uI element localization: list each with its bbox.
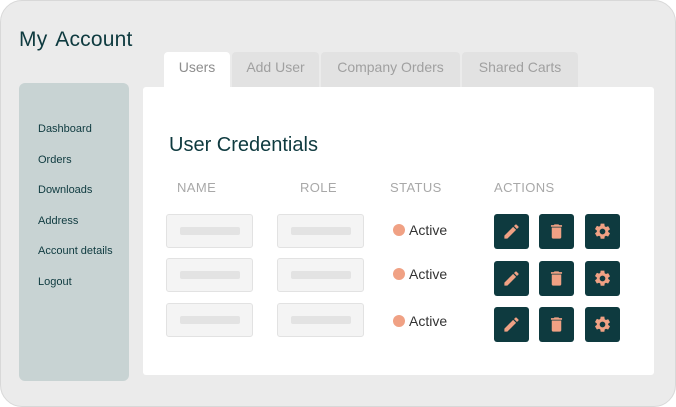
settings-button[interactable] <box>585 261 620 296</box>
edit-button[interactable] <box>494 261 529 296</box>
status-dot <box>393 315 405 327</box>
settings-button[interactable] <box>585 307 620 342</box>
column-header-status: STATUS <box>390 180 442 195</box>
page-title: My Account <box>19 28 133 51</box>
sidebar-item-downloads[interactable]: Downloads <box>38 184 92 196</box>
column-header-actions: ACTIONS <box>494 180 555 195</box>
role-field[interactable] <box>277 214 364 248</box>
gear-icon <box>595 270 610 286</box>
name-field[interactable] <box>166 303 253 337</box>
name-field[interactable] <box>166 214 253 248</box>
tab-users[interactable]: Users <box>164 52 230 88</box>
status-text: Active <box>409 266 448 282</box>
status-dot <box>393 224 405 236</box>
delete-button[interactable] <box>539 214 574 249</box>
sidebar-item-dashboard[interactable]: Dashboard <box>38 123 92 135</box>
delete-button[interactable] <box>539 307 574 342</box>
role-placeholder-bar <box>291 227 351 235</box>
sidebar-item-orders[interactable]: Orders <box>38 154 72 166</box>
edit-icon <box>504 317 519 332</box>
role-field[interactable] <box>277 303 364 337</box>
trash-icon <box>550 271 563 286</box>
sidebar-item-address[interactable]: Address <box>38 215 78 227</box>
name-placeholder-bar <box>180 227 240 235</box>
panel-title: User Credentials <box>169 134 318 156</box>
status-dot <box>393 268 405 280</box>
gear-icon <box>595 316 610 332</box>
sidebar-item-logout[interactable]: Logout <box>38 276 72 288</box>
edit-button[interactable] <box>494 214 529 249</box>
gear-icon <box>595 223 610 239</box>
edit-button[interactable] <box>494 307 529 342</box>
sidebar: Dashboard Orders Downloads Address Accou… <box>19 83 129 381</box>
name-placeholder-bar <box>180 316 240 324</box>
sidebar-item-account-details[interactable]: Account details <box>38 245 113 257</box>
edit-icon <box>504 271 519 286</box>
column-header-name: NAME <box>177 180 217 195</box>
name-field[interactable] <box>166 258 253 292</box>
name-placeholder-bar <box>180 271 240 279</box>
status-text: Active <box>409 313 448 329</box>
role-placeholder-bar <box>291 271 351 279</box>
role-placeholder-bar <box>291 316 351 324</box>
tab-shared-carts[interactable]: Shared Carts <box>462 52 578 87</box>
trash-icon <box>550 317 563 332</box>
tab-add-user[interactable]: Add User <box>232 52 319 87</box>
status-text: Active <box>409 222 448 238</box>
edit-icon <box>504 224 519 239</box>
delete-button[interactable] <box>539 261 574 296</box>
role-field[interactable] <box>277 258 364 292</box>
trash-icon <box>550 224 563 239</box>
settings-button[interactable] <box>585 214 620 249</box>
column-header-role: ROLE <box>300 180 338 195</box>
tab-company-orders[interactable]: Company Orders <box>321 52 460 87</box>
